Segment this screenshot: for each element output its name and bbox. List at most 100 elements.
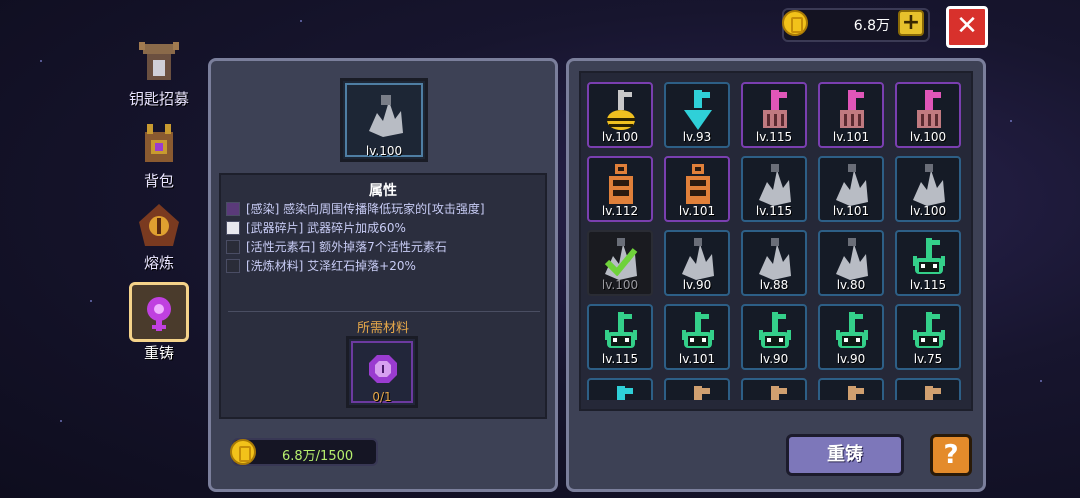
tab-key-recruit[interactable]: 钥匙招募 [120,36,198,109]
material-slot[interactable]: 0/1 [346,336,418,408]
item-level: lv.101 [832,130,870,144]
inventory-slot[interactable]: lv.93 [664,82,730,148]
cyan-key-icon [684,90,712,130]
item-level: lv.115 [601,352,639,366]
close-button[interactable]: ✕ [946,6,988,48]
inventory-slot[interactable]: lv.101 [664,304,730,370]
divider [228,311,540,312]
smelt-icon [133,200,185,252]
tan-key-icon [848,386,864,400]
star [1010,120,1012,122]
item-level: lv.101 [678,352,716,366]
attribute-text: [活性元素石] 额外掉落7个活性元素石 [246,240,447,254]
reforge-button[interactable]: 重铸 [786,434,904,476]
inventory-slot[interactable]: lv.90 [741,304,807,370]
inventory-slot[interactable]: lv.75 [895,304,961,370]
orange-key-icon [609,164,633,204]
pink-key-icon [917,90,941,128]
attribute-row: [武器碎片] 武器碎片加成60% [226,219,406,236]
help-button[interactable]: ? [930,434,972,476]
gray-crystal-key-icon [836,238,868,280]
tan-key-icon [694,386,710,400]
inventory-slot[interactable]: lv.115 [587,304,653,370]
inventory-slot[interactable]: lv.115 [741,82,807,148]
gray-crystal-key-icon [682,238,714,280]
inventory-slot[interactable]: lv.100 [895,82,961,148]
star [1040,380,1042,382]
gold-coin-icon [230,439,256,465]
inventory-slot[interactable]: lv.100 [587,230,653,296]
attribute-text: [感染] 感染向周围传播降低玩家的[攻击强度] [246,202,485,216]
green-skull-key-icon [605,312,637,348]
material-count: 0/1 [372,390,392,404]
inventory-slot[interactable]: lv.112 [587,156,653,222]
attribute-text: [武器碎片] 武器碎片加成60% [246,221,406,235]
item-level: lv.100 [365,144,403,158]
inventory-slot[interactable]: lv.101 [818,82,884,148]
attributes-title: 属性 [369,183,397,199]
green-skull-key-icon [836,312,868,348]
gray-crystal-key-icon [369,95,403,137]
cost-value: 6.8万/1500 [282,449,354,464]
pink-key-icon [763,90,787,128]
fragment-icon [226,221,240,235]
inventory-slot[interactable] [895,378,961,400]
item-level: lv.115 [755,130,793,144]
item-level: lv.90 [759,352,789,366]
tan-key-icon [771,386,787,400]
inventory-slot[interactable] [664,378,730,400]
tab-label: 钥匙招募 [128,90,189,108]
attribute-row: [洗炼材料] 艾泽红石掉落+20% [226,257,416,274]
item-level: lv.101 [832,204,870,218]
item-level: lv.100 [601,278,639,292]
inventory-slot[interactable]: lv.100 [895,156,961,222]
item-level: lv.112 [601,204,639,218]
green-skull-key-icon [913,312,945,348]
star [40,60,42,62]
orange-key-icon [686,164,710,204]
tab-reforge[interactable]: 重铸 [120,282,198,363]
item-level: lv.115 [909,278,947,292]
item-level: lv.100 [909,204,947,218]
purple-gem-icon [369,355,397,383]
tab-smelt[interactable]: 熔炼 [120,200,198,273]
inventory-slot[interactable]: lv.100 [587,82,653,148]
item-level: lv.93 [682,130,712,144]
tab-label: 重铸 [143,344,174,362]
add-currency-button[interactable]: + [898,10,924,36]
tab-label: 熔炼 [143,254,174,272]
attribute-row: [活性元素石] 额外掉落7个活性元素石 [226,238,447,255]
refine-material-icon [226,259,240,273]
inventory-slot[interactable]: lv.115 [741,156,807,222]
star [300,20,302,22]
green-skull-key-icon [913,238,945,274]
cyan-key-icon [617,386,633,400]
reforge-icon [129,282,189,342]
backpack-icon [133,118,185,170]
inventory-slot[interactable] [818,378,884,400]
inventory-slot[interactable]: lv.80 [818,230,884,296]
element-stone-icon [226,240,240,254]
inventory-slot[interactable]: lv.115 [895,230,961,296]
green-skull-key-icon [759,312,791,348]
tab-backpack[interactable]: 背包 [120,118,198,191]
selected-item-slot[interactable]: lv.100 [340,78,428,162]
inventory-slot[interactable] [587,378,653,400]
attribute-row: [感染] 感染向周围传播降低玩家的[攻击强度] [226,200,485,217]
inventory-slot[interactable]: lv.101 [664,156,730,222]
item-level: lv.115 [755,204,793,218]
item-level: lv.100 [909,130,947,144]
inventory-slot[interactable] [741,378,807,400]
inventory-slot[interactable]: lv.90 [664,230,730,296]
inventory-slot[interactable]: lv.90 [818,304,884,370]
inventory-slot[interactable]: lv.88 [741,230,807,296]
tab-label: 背包 [143,172,174,190]
currency-amount: 6.8万 [853,18,890,34]
inventory-grid: lv.100 lv.93 lv.115 lv.101 lv.100 lv.112 lv.10… [586,82,966,400]
item-level: lv.88 [759,278,789,292]
item-level: lv.90 [682,278,712,292]
inventory-slot[interactable]: lv.101 [818,156,884,222]
gold-coin-icon [782,10,808,36]
item-level: lv.101 [678,204,716,218]
pink-key-icon [840,90,864,128]
